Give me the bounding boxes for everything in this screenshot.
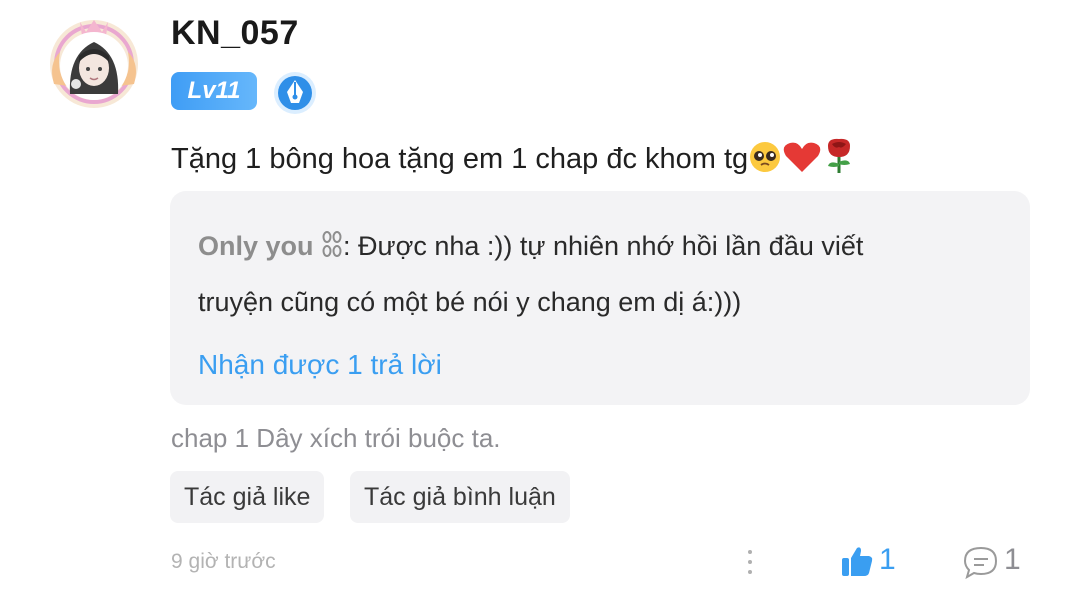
comment-timestamp: 9 giờ trước xyxy=(171,550,276,573)
reply-author-name[interactable]: Only you xyxy=(198,231,314,261)
username[interactable]: KN_057 xyxy=(171,14,299,53)
writer-pen-icon xyxy=(272,70,318,116)
chapter-link[interactable]: chap 1 Dây xích trói buộc ta. xyxy=(171,423,501,454)
user-avatar[interactable] xyxy=(46,14,142,110)
view-replies-link[interactable]: Nhận được 1 trả lời xyxy=(198,349,442,381)
reply-line-1: Only you : Được nha :)) tự nhiên nhớ hồi… xyxy=(198,231,863,268)
reply-text-line-2: truyện cũng có một bé nói y chang em dị … xyxy=(198,287,742,317)
reply-text-line-1: Được nha :)) tự nhiên nhớ hồi lần đầu vi… xyxy=(350,231,864,261)
comment-text: Tặng 1 bông hoa tặng em 1 chap đc khom t… xyxy=(171,136,856,182)
comment-bubble-icon[interactable] xyxy=(962,545,1000,581)
pleading-face-icon xyxy=(748,140,782,182)
author-liked-tag: Tác giả like xyxy=(170,471,325,523)
reply-separator: : xyxy=(343,231,351,261)
rose-icon xyxy=(822,136,856,182)
author-commented-tag: Tác giả bình luận xyxy=(350,471,570,523)
red-heart-icon xyxy=(782,140,822,182)
chain-links-icon xyxy=(321,231,343,268)
level-badge: Lv11 xyxy=(171,72,257,110)
author-reply-box[interactable]: Only you : Được nha :)) tự nhiên nhớ hồi… xyxy=(170,191,1030,405)
like-count[interactable]: 1 xyxy=(879,543,896,577)
more-options-icon[interactable] xyxy=(744,547,756,577)
comment-body: Tặng 1 bông hoa tặng em 1 chap đc khom t… xyxy=(171,143,749,175)
thumbs-up-icon[interactable] xyxy=(840,544,874,578)
reply-count[interactable]: 1 xyxy=(1004,543,1021,577)
